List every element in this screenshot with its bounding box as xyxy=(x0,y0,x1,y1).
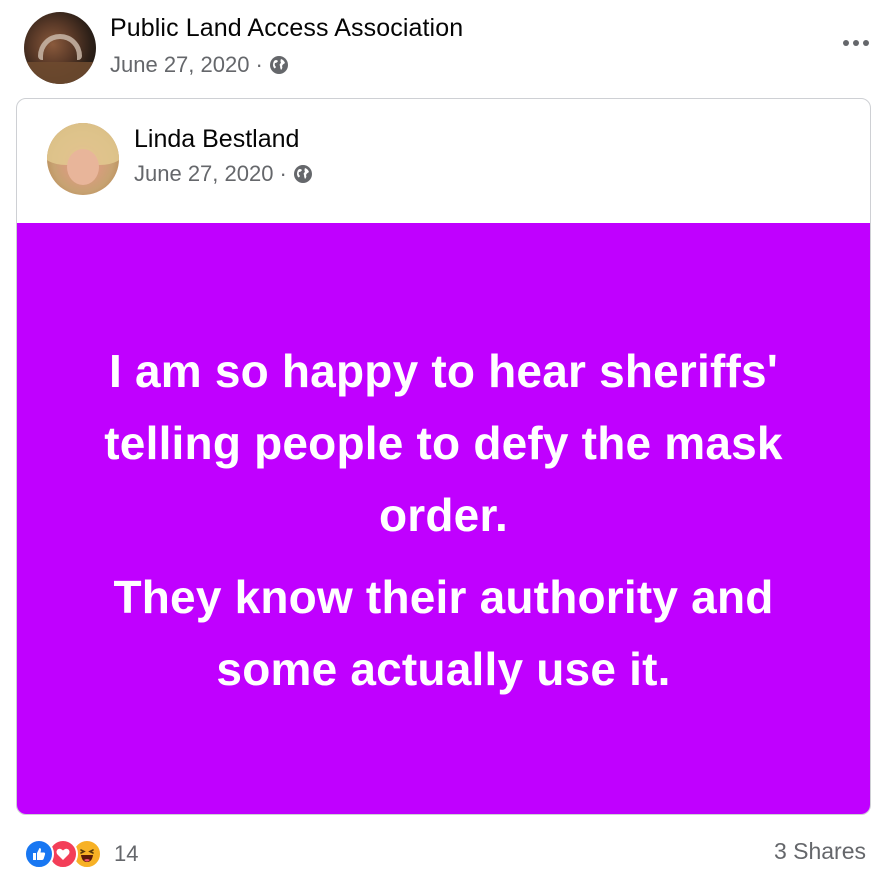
author-avatar[interactable] xyxy=(47,123,119,195)
shares-count[interactable]: 3 Shares xyxy=(774,838,866,865)
globe-icon xyxy=(293,165,312,183)
meta-separator: · xyxy=(279,161,287,186)
meta-separator: · xyxy=(255,52,263,77)
globe-icon xyxy=(269,56,288,74)
shared-post-date[interactable]: June 27, 2020 xyxy=(134,161,273,187)
more-options-button[interactable] xyxy=(836,28,876,58)
post-date[interactable]: June 27, 2020 xyxy=(110,52,249,78)
like-icon xyxy=(24,839,54,869)
more-options-icon xyxy=(843,40,849,46)
reaction-count: 14 xyxy=(114,841,139,866)
page-avatar[interactable] xyxy=(24,12,96,84)
post-header: Public Land Access Association June 27, … xyxy=(24,12,884,88)
post-meta: June 27, 2020 · xyxy=(110,52,289,78)
shared-post-header: Linda Bestland June 27, 2020 · xyxy=(17,99,870,223)
shared-post-meta: June 27, 2020 · xyxy=(134,161,313,187)
reactions-summary[interactable]: 14 xyxy=(24,838,138,870)
status-paragraph-1: I am so happy to hear sheriffs' telling … xyxy=(104,344,783,541)
shared-post-card[interactable]: Linda Bestland June 27, 2020 · I am so h… xyxy=(16,98,871,815)
status-background[interactable]: I am so happy to hear sheriffs' telling … xyxy=(17,223,870,814)
page-name[interactable]: Public Land Access Association xyxy=(110,14,463,43)
author-name[interactable]: Linda Bestland xyxy=(134,125,299,154)
status-paragraph-2: They know their authority and some actua… xyxy=(113,570,774,695)
post-footer: 14 3 Shares xyxy=(24,834,866,872)
